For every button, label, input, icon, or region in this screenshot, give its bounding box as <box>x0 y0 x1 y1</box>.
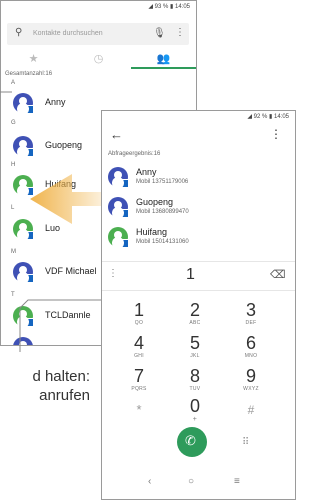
nav-back-icon[interactable]: ‹ <box>148 476 151 487</box>
sim-badge <box>120 209 129 218</box>
key-1[interactable]: 1 QO <box>119 301 159 326</box>
dialer-screen: ◢ 92 % ▮ 14:05 ← ⋮ Abfrageergebnis:16 An… <box>101 110 296 500</box>
key-4[interactable]: 4 GHI <box>119 334 159 359</box>
sim-badge <box>120 239 129 248</box>
result-count: Abfrageergebnis:16 <box>108 151 161 157</box>
key-3[interactable]: 3 DEF <box>231 301 271 326</box>
signal-icon: ◢ <box>247 114 252 120</box>
result-row[interactable]: Guopeng Mobil 13680899470 <box>108 195 288 219</box>
result-phone: Mobil 15014131060 <box>136 239 189 245</box>
avatar <box>108 227 129 248</box>
result-name: Huifang <box>136 227 168 237</box>
more-icon[interactable]: ⋮ <box>108 268 118 279</box>
result-phone: Mobil 13680899470 <box>136 209 189 215</box>
sim-badge <box>120 179 129 188</box>
key-0[interactable]: 0 + <box>175 397 215 423</box>
result-name: Anny <box>136 167 157 177</box>
more-icon[interactable]: ⋮ <box>270 127 282 141</box>
dialpad-icon[interactable]: ⠿ <box>242 437 249 448</box>
status-time: 14:05 <box>273 114 289 120</box>
caption-line-1: d halten: <box>32 368 90 385</box>
backspace-icon[interactable]: ⌫ <box>270 268 286 281</box>
key-star[interactable]: * <box>119 401 159 419</box>
result-name: Guopeng <box>136 197 174 207</box>
key-7[interactable]: 7 PQRS <box>119 367 159 392</box>
avatar <box>108 197 129 218</box>
key-9[interactable]: 9 WXYZ <box>231 367 271 392</box>
key-hash[interactable]: # <box>231 401 271 419</box>
key-2[interactable]: 2 ABC <box>175 301 215 326</box>
key-5[interactable]: 5 JKL <box>175 334 215 359</box>
call-button[interactable]: ✆ <box>177 427 207 457</box>
back-arrow-icon[interactable]: ← <box>110 127 123 142</box>
phone-icon: ✆ <box>185 433 196 448</box>
result-phone: Mobil 13751179006 <box>136 179 189 185</box>
nav-home-icon[interactable]: ○ <box>188 476 194 487</box>
key-8[interactable]: 8 TUV <box>175 367 215 392</box>
result-row[interactable]: Huifang Mobil 15014131060 <box>108 225 288 249</box>
dial-input[interactable]: 1 <box>186 266 195 284</box>
nav-recents-icon[interactable]: ≡ <box>234 476 240 487</box>
battery-text: 92 % <box>253 114 268 120</box>
key-6[interactable]: 6 MNO <box>231 334 271 359</box>
status-bar: ◢ 92 % ▮ 14:05 <box>102 111 295 123</box>
result-row[interactable]: Anny Mobil 13751179006 <box>108 165 288 189</box>
caption-line-2: anrufen <box>39 387 90 404</box>
avatar <box>108 167 129 188</box>
battery-icon: ▮ <box>269 114 273 120</box>
dial-input-bar: ⋮ 1 ⌫ <box>102 261 295 291</box>
